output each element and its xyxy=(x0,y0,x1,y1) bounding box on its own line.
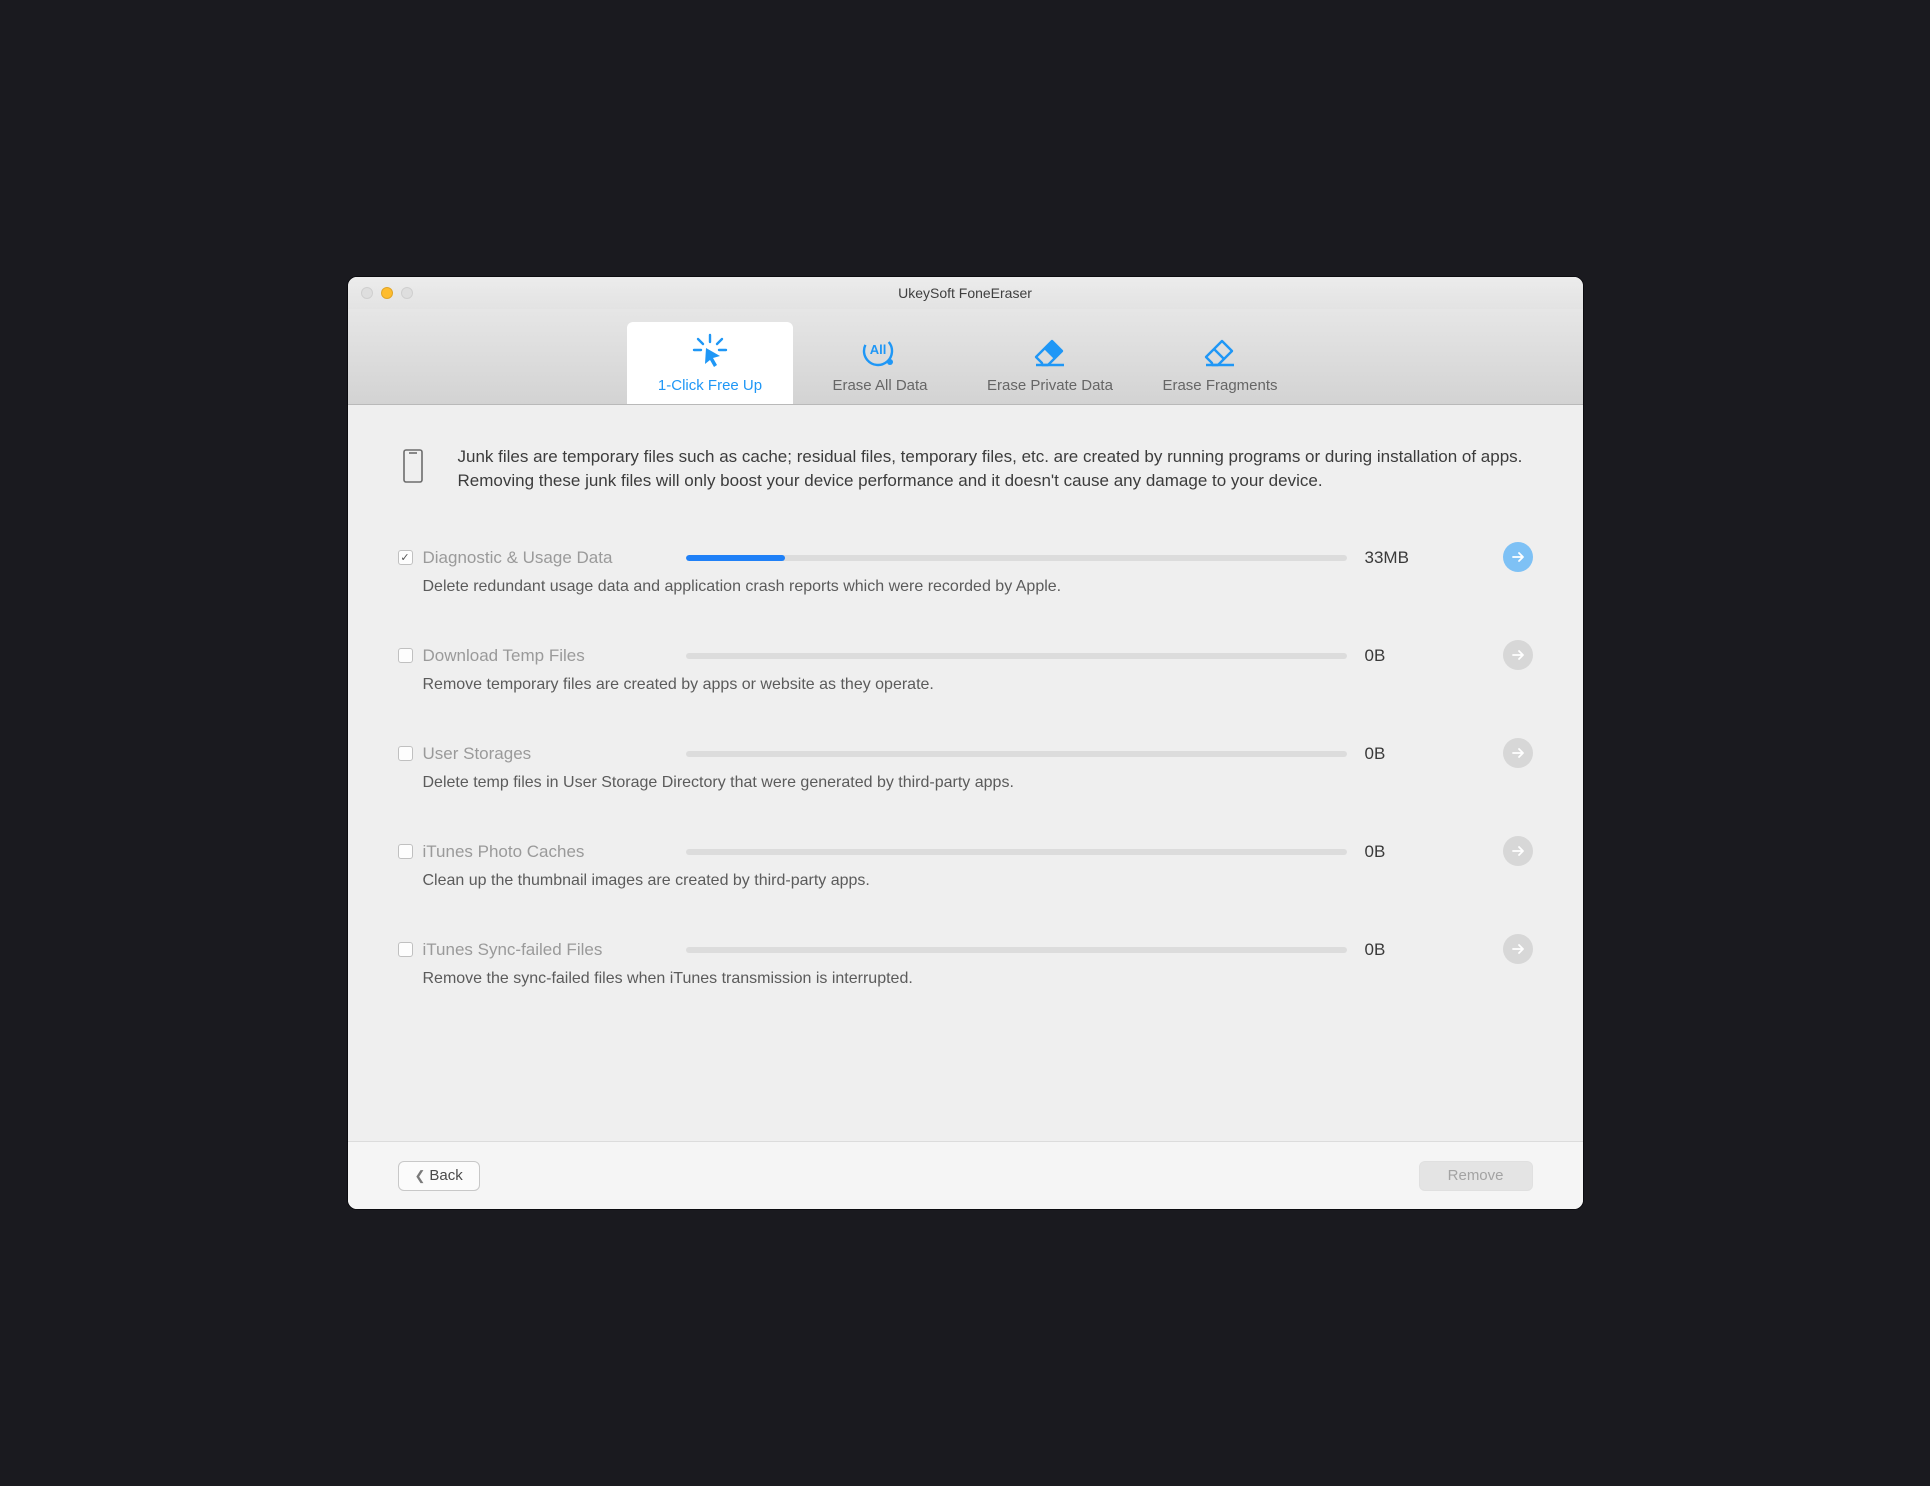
arrow-right-icon[interactable] xyxy=(1503,542,1533,572)
remove-label: Remove xyxy=(1448,1167,1504,1184)
eraser-filled-icon xyxy=(1030,333,1070,369)
arrow-right-icon[interactable] xyxy=(1503,836,1533,866)
svg-text:All: All xyxy=(870,342,887,357)
item-size: 0B xyxy=(1365,842,1465,862)
window-title: UkeySoft FoneEraser xyxy=(348,285,1583,301)
item-desc: Delete temp files in User Storage Direct… xyxy=(398,774,1465,792)
tab-erase-all-data[interactable]: All Erase All Data xyxy=(797,322,963,404)
checkbox-itunes-sync[interactable] xyxy=(398,942,413,957)
cursor-sparkle-icon xyxy=(690,333,730,369)
tab-label: Erase Private Data xyxy=(987,377,1113,394)
item-desc: Remove the sync-failed files when iTunes… xyxy=(398,970,1465,988)
zoom-window-button[interactable] xyxy=(401,287,413,299)
checkbox-itunes-photo[interactable] xyxy=(398,844,413,859)
traffic-lights xyxy=(348,287,413,299)
minimize-window-button[interactable] xyxy=(381,287,393,299)
intro-section: Junk files are temporary files such as c… xyxy=(398,445,1533,493)
footer: ❮ Back Remove xyxy=(348,1141,1583,1209)
item-desc: Delete redundant usage data and applicat… xyxy=(398,578,1465,596)
item-desc: Remove temporary files are created by ap… xyxy=(398,676,1465,694)
back-button[interactable]: ❮ Back xyxy=(398,1161,480,1191)
tab-1click-free-up[interactable]: 1-Click Free Up xyxy=(627,322,793,404)
junk-item-list: Diagnostic & Usage Data 33MB Delete redu… xyxy=(398,548,1533,988)
arrow-right-icon[interactable] xyxy=(1503,640,1533,670)
titlebar: UkeySoft FoneEraser xyxy=(348,277,1583,309)
checkbox-user-storages[interactable] xyxy=(398,746,413,761)
progress-bar xyxy=(686,751,1347,757)
arrow-right-icon[interactable] xyxy=(1503,738,1533,768)
junk-item-itunes-photo-caches: iTunes Photo Caches 0B Clean up the thum… xyxy=(398,842,1533,890)
checkbox-diagnostic[interactable] xyxy=(398,550,413,565)
tab-label: Erase All Data xyxy=(832,377,927,394)
item-title: iTunes Sync-failed Files xyxy=(423,940,603,960)
chevron-left-icon: ❮ xyxy=(415,1168,426,1184)
item-title: User Storages xyxy=(423,744,532,764)
item-size: 0B xyxy=(1365,940,1465,960)
content-area: Junk files are temporary files such as c… xyxy=(348,405,1583,1141)
item-title: Diagnostic & Usage Data xyxy=(423,548,613,568)
close-window-button[interactable] xyxy=(361,287,373,299)
erase-all-icon: All xyxy=(860,333,900,369)
tab-label: Erase Fragments xyxy=(1162,377,1277,394)
eraser-outline-icon xyxy=(1200,333,1240,369)
intro-text: Junk files are temporary files such as c… xyxy=(458,445,1533,493)
junk-item-diagnostic: Diagnostic & Usage Data 33MB Delete redu… xyxy=(398,548,1533,596)
progress-bar xyxy=(686,653,1347,659)
item-desc: Clean up the thumbnail images are create… xyxy=(398,872,1465,890)
app-window: UkeySoft FoneEraser 1-Click Free Up xyxy=(347,276,1584,1210)
progress-fill xyxy=(686,555,785,561)
item-title: Download Temp Files xyxy=(423,646,585,666)
junk-item-download-temp: Download Temp Files 0B Remove temporary … xyxy=(398,646,1533,694)
progress-bar xyxy=(686,849,1347,855)
back-label: Back xyxy=(429,1167,462,1184)
item-size: 0B xyxy=(1365,646,1465,666)
progress-bar xyxy=(686,947,1347,953)
phone-icon xyxy=(398,445,428,483)
progress-bar xyxy=(686,555,1347,561)
tab-label: 1-Click Free Up xyxy=(658,377,762,394)
tab-erase-fragments[interactable]: Erase Fragments xyxy=(1137,322,1303,404)
tabbar: 1-Click Free Up All Erase All Data xyxy=(348,309,1583,405)
junk-item-user-storages: User Storages 0B Delete temp files in Us… xyxy=(398,744,1533,792)
item-size: 33MB xyxy=(1365,548,1465,568)
checkbox-download-temp[interactable] xyxy=(398,648,413,663)
junk-item-itunes-sync-failed: iTunes Sync-failed Files 0B Remove the s… xyxy=(398,940,1533,988)
remove-button[interactable]: Remove xyxy=(1419,1161,1533,1191)
tab-erase-private-data[interactable]: Erase Private Data xyxy=(967,322,1133,404)
item-size: 0B xyxy=(1365,744,1465,764)
item-title: iTunes Photo Caches xyxy=(423,842,585,862)
arrow-right-icon[interactable] xyxy=(1503,934,1533,964)
